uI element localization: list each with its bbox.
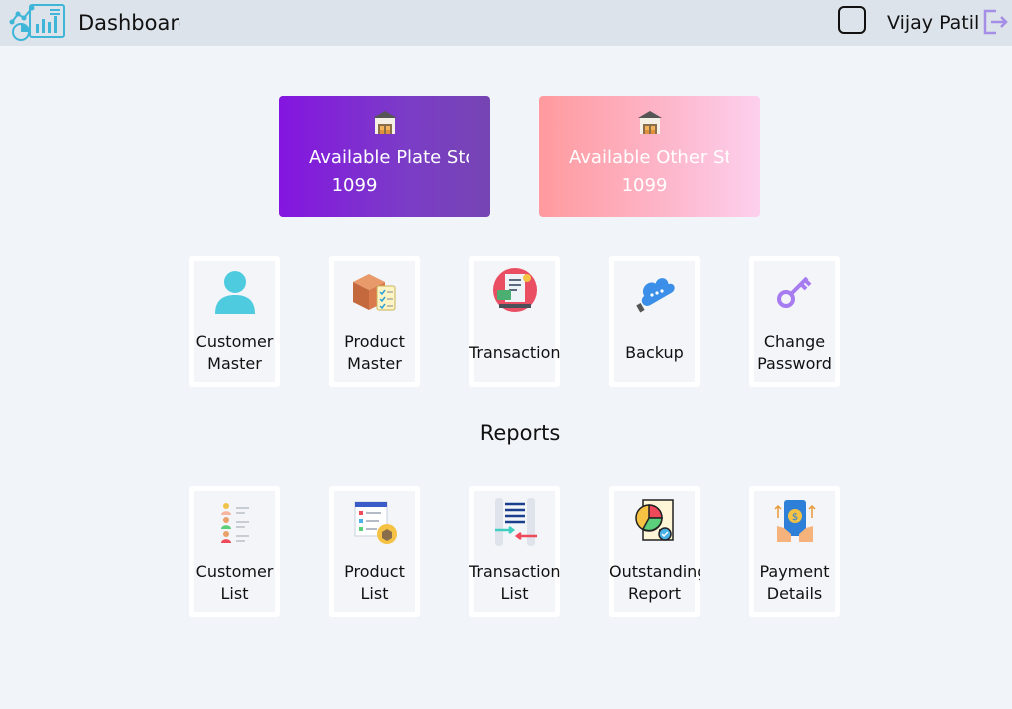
transaction-list-icon [494, 498, 537, 546]
product-list-tile[interactable]: Product List [329, 486, 420, 617]
tile-label: Report [627, 584, 682, 603]
header-checkbox[interactable] [838, 6, 866, 34]
tile-label: Backup [625, 343, 684, 362]
dashboard-chart-icon [9, 4, 65, 41]
top-header: Dashboard Vijay Patil [0, 0, 1012, 46]
tile-label: Transaction [469, 562, 560, 581]
tile-label: Outstanding [609, 562, 700, 581]
payment-phone-icon: $ [773, 500, 816, 542]
backup-tile[interactable]: Backup [609, 256, 700, 387]
warehouse-icon [637, 111, 662, 134]
customer-list-tile[interactable]: Customer List [189, 486, 280, 617]
user-name: Vijay Patil [887, 12, 980, 34]
customer-master-tile[interactable]: Customer Master [189, 256, 280, 387]
warehouse-icon [372, 111, 397, 134]
svg-text:$: $ [791, 512, 797, 523]
plate-stock-label: Available Plate Stock [309, 147, 469, 168]
tile-label: List [500, 584, 529, 603]
transaction-tile[interactable]: Transaction [469, 256, 560, 387]
product-master-tile[interactable]: Product Master [329, 256, 420, 387]
tile-label: Customer [195, 562, 274, 581]
tile-label: Transaction [469, 343, 560, 362]
other-stock-value: 1099 [621, 175, 668, 196]
customer-list-icon [220, 503, 249, 543]
outstanding-report-tile[interactable]: Outstanding Report [609, 486, 700, 617]
tile-label: Product [344, 332, 405, 351]
pie-report-icon [634, 499, 674, 541]
tile-label: Password [757, 354, 832, 373]
plate-stock-card[interactable]: Available Plate Stock 1099 [279, 96, 490, 217]
other-stock-label: Available Other Stock [569, 147, 729, 168]
tile-label: Master [347, 354, 402, 373]
tile-label: Product [344, 562, 405, 581]
product-list-icon [354, 501, 397, 544]
payment-details-tile[interactable]: $ Payment Details [749, 486, 840, 617]
tile-label: Master [207, 354, 262, 373]
key-icon [776, 276, 811, 308]
transaction-list-tile[interactable]: Transaction List [469, 486, 560, 617]
tile-label: List [360, 584, 389, 603]
plate-stock-value: 1099 [331, 175, 378, 196]
tile-label: Payment [759, 562, 830, 581]
other-stock-card[interactable]: Available Other Stock 1099 [539, 96, 760, 217]
cloud-backup-icon [635, 278, 675, 313]
transaction-icon [492, 268, 537, 312]
product-box-icon [352, 274, 395, 311]
tile-label: Details [766, 584, 823, 603]
change-password-tile[interactable]: Change Password [749, 256, 840, 387]
tile-label: List [220, 584, 249, 603]
reports-heading: Reports [479, 421, 561, 445]
user-icon [214, 271, 255, 314]
tile-label: Customer [195, 332, 274, 351]
logout-icon[interactable] [982, 8, 1008, 36]
tile-label: Change [763, 332, 826, 351]
page-title: Dashboard [78, 11, 180, 35]
